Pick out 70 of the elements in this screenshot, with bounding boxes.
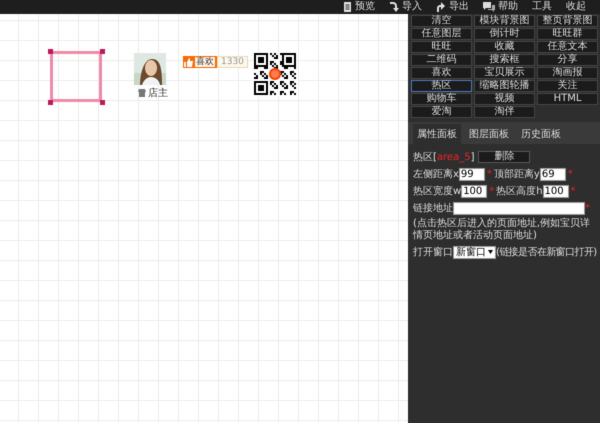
document-icon bbox=[343, 2, 352, 12]
avatar-caption: 店主 bbox=[148, 86, 168, 100]
shop-icon bbox=[138, 89, 146, 97]
component-button[interactable]: 视频 bbox=[474, 93, 535, 105]
component-button[interactable]: 喜欢 bbox=[411, 67, 472, 79]
like-count: 1330 bbox=[217, 56, 248, 68]
field-label: 链接地址 bbox=[413, 202, 453, 215]
toolbar-item[interactable]: 导出 bbox=[436, 1, 469, 13]
field-label: 打开窗口 bbox=[413, 246, 453, 259]
panel-tab[interactable]: 属性面板 bbox=[413, 124, 461, 144]
component-button[interactable]: 淘伴 bbox=[474, 106, 535, 118]
required-mark: * bbox=[568, 168, 573, 180]
component-button[interactable]: 关注 bbox=[537, 80, 598, 92]
thumbs-up-icon bbox=[184, 58, 194, 66]
component-button[interactable]: 爱淘 bbox=[411, 106, 472, 118]
component-button[interactable]: 旺旺群 bbox=[537, 28, 598, 40]
bracket-text: ] bbox=[470, 152, 474, 162]
component-button[interactable]: 购物车 bbox=[411, 93, 472, 105]
toolbar-item[interactable]: 工具 bbox=[532, 1, 552, 13]
component-button[interactable]: 清空 bbox=[411, 15, 472, 27]
component-button[interactable]: 旺旺 bbox=[411, 41, 472, 53]
caret-icon bbox=[488, 250, 493, 254]
input-field[interactable] bbox=[453, 202, 585, 214]
toolbar-item[interactable]: 收起 bbox=[566, 1, 586, 13]
like-button[interactable]: 喜欢 bbox=[183, 56, 218, 68]
component-button[interactable]: 收藏 bbox=[474, 41, 535, 53]
component-button[interactable]: HTML bbox=[537, 93, 598, 105]
resize-handle[interactable] bbox=[100, 100, 105, 105]
component-button[interactable]: 缩略图轮播 bbox=[474, 80, 535, 92]
hotspot-frame[interactable] bbox=[50, 51, 102, 102]
component-button[interactable]: 模块背景图 bbox=[474, 15, 535, 27]
component-button[interactable]: 二维码 bbox=[411, 54, 472, 66]
input-field[interactable]: 99 bbox=[458, 168, 485, 180]
component-button[interactable]: 任意文本 bbox=[537, 41, 598, 53]
toolbar-item[interactable]: 预览 bbox=[343, 1, 375, 13]
input-field[interactable]: 69 bbox=[540, 168, 566, 180]
component-button[interactable]: 搜索框 bbox=[474, 54, 535, 66]
window-select[interactable]: 新窗口 bbox=[453, 246, 496, 258]
resize-handle[interactable] bbox=[48, 49, 53, 54]
curved-arrow-icon bbox=[389, 2, 399, 12]
required-mark: * bbox=[486, 168, 492, 180]
component-button[interactable]: 整页背景图 bbox=[537, 15, 598, 27]
panel-tab[interactable]: 历史面板 bbox=[517, 124, 565, 144]
field-label: 热区宽度w bbox=[413, 184, 462, 198]
component-button[interactable]: 淘画报 bbox=[537, 67, 598, 79]
hotspot-id: area_5 bbox=[436, 152, 471, 162]
required-mark: * bbox=[570, 186, 576, 196]
delete-button[interactable]: 删除 bbox=[478, 151, 530, 163]
component-button[interactable]: 分享 bbox=[537, 54, 598, 66]
required-mark: * bbox=[489, 186, 494, 196]
option-note: (链接是否在新窗口打开) bbox=[496, 246, 597, 259]
component-button[interactable]: 热区 bbox=[411, 80, 472, 92]
resize-handle[interactable] bbox=[48, 100, 53, 105]
input-field[interactable]: 100 bbox=[461, 184, 488, 198]
field-label: 热区高度h bbox=[496, 184, 543, 198]
hint-text: (点击热区后进入的页面地址,例如宝贝详情页地址或者活动页面地址) bbox=[413, 218, 592, 242]
component-button[interactable]: 任意图层 bbox=[411, 28, 472, 40]
field-label: 左侧距离x bbox=[413, 168, 459, 181]
toolbar-item[interactable]: 导入 bbox=[389, 1, 422, 13]
hotspot-label: 热区[ bbox=[413, 151, 437, 164]
resize-handle[interactable] bbox=[100, 49, 105, 54]
field-label: 顶部距离y bbox=[494, 168, 540, 181]
qr-code-icon bbox=[253, 52, 297, 96]
component-button[interactable]: 倒计时 bbox=[474, 28, 535, 40]
required-mark: * bbox=[585, 202, 590, 214]
panel-tab[interactable]: 图层面板 bbox=[465, 124, 513, 144]
input-field[interactable]: 100 bbox=[542, 184, 569, 198]
component-button[interactable]: 宝贝展示 bbox=[474, 67, 535, 79]
toolbar-item[interactable]: 帮助 bbox=[483, 1, 518, 13]
chat-icon bbox=[483, 2, 495, 12]
